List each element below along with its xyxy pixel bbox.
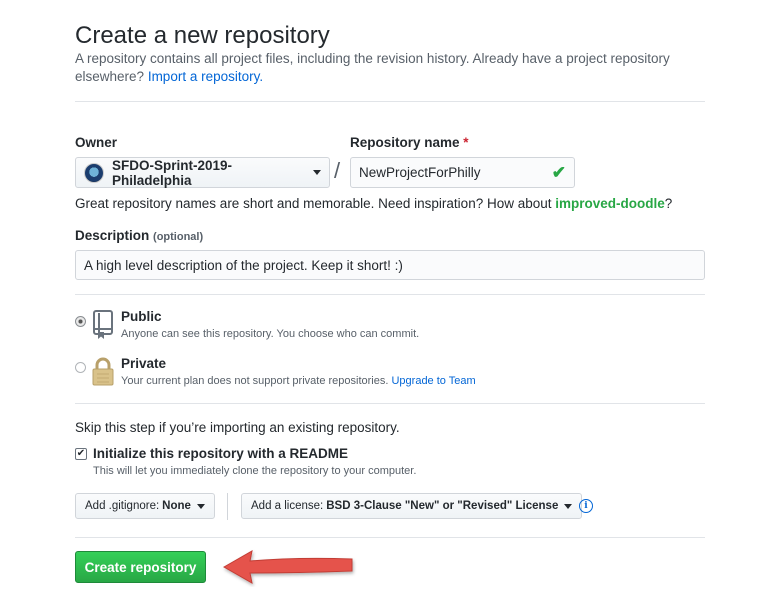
owner-label: Owner [75, 135, 118, 150]
private-title: Private [121, 356, 167, 371]
org-avatar [84, 162, 104, 183]
description-label: Description (optional) [75, 228, 203, 243]
gitignore-value: None [162, 500, 191, 512]
license-dropdown[interactable]: Add a license: BSD 3-Clause "New" or "Rev… [241, 493, 583, 519]
checkbox-check-icon: ✔ [76, 448, 86, 459]
create-repository-button[interactable]: Create repository [75, 551, 206, 583]
license-prefix: Add a license: [251, 500, 324, 512]
divider-init [75, 403, 705, 404]
gitignore-dropdown[interactable]: Add .gitignore: None [75, 493, 215, 519]
upgrade-to-team-link[interactable]: Upgrade to Team [391, 375, 475, 387]
import-repository-link[interactable]: Import a repository. [148, 69, 263, 84]
chevron-down-icon [564, 503, 573, 509]
info-icon[interactable]: i [579, 499, 593, 513]
required-marker: * [463, 135, 469, 150]
owner-value: SFDO-Sprint-2019-Philadelphia [112, 157, 233, 188]
license-value: BSD 3-Clause "New" or "Revised" License [326, 500, 559, 512]
red-arrow-annotation [218, 543, 363, 592]
page-subhead: A repository contains all project files,… [75, 50, 705, 86]
hint-end: ? [664, 196, 673, 211]
description-label-text: Description [75, 228, 150, 243]
repo-name-value: NewProjectForPhilly [359, 165, 481, 180]
lock-icon [92, 357, 114, 392]
chevron-down-icon [196, 503, 205, 509]
readme-checkbox[interactable]: ✔ [75, 448, 87, 460]
public-radio[interactable] [75, 316, 86, 327]
gitignore-prefix: Add .gitignore: [85, 500, 160, 512]
check-icon: ✔ [551, 162, 566, 182]
divider-visibility [75, 294, 705, 295]
owner-repo-separator: / [334, 158, 341, 183]
private-note: Your current plan does not support priva… [121, 375, 476, 387]
readme-note: This will let you immediately clone the … [93, 465, 417, 477]
chevron-down-icon [313, 170, 321, 175]
repo-book-icon [92, 310, 114, 345]
private-note-text: Your current plan does not support priva… [121, 375, 389, 387]
name-suggestion-link[interactable]: improved-doodle [555, 196, 665, 211]
repo-name-label: Repository name * [350, 135, 469, 150]
description-input[interactable]: A high level description of the project.… [75, 250, 705, 280]
readme-label[interactable]: Initialize this repository with a README [93, 446, 348, 461]
dropdown-separator [227, 493, 228, 520]
repo-name-hint: Great repository names are short and mem… [75, 196, 672, 211]
public-note: Anyone can see this repository. You choo… [121, 328, 420, 340]
description-value: A high level description of the project.… [84, 257, 403, 273]
skip-step-text: Skip this step if you’re importing an ex… [75, 420, 400, 435]
public-title: Public [121, 309, 162, 324]
owner-dropdown[interactable]: SFDO-Sprint-2019-Philadelphia [75, 157, 330, 188]
repo-name-label-text: Repository name [350, 135, 460, 150]
private-radio[interactable] [75, 362, 86, 373]
page-title: Create a new repository [75, 22, 330, 49]
repo-name-input[interactable]: NewProjectForPhilly ✔ [350, 157, 575, 188]
divider-submit [75, 537, 705, 538]
optional-tag: (optional) [153, 231, 204, 243]
hint-text: Great repository names are short and mem… [75, 196, 552, 211]
divider-top [75, 101, 705, 102]
